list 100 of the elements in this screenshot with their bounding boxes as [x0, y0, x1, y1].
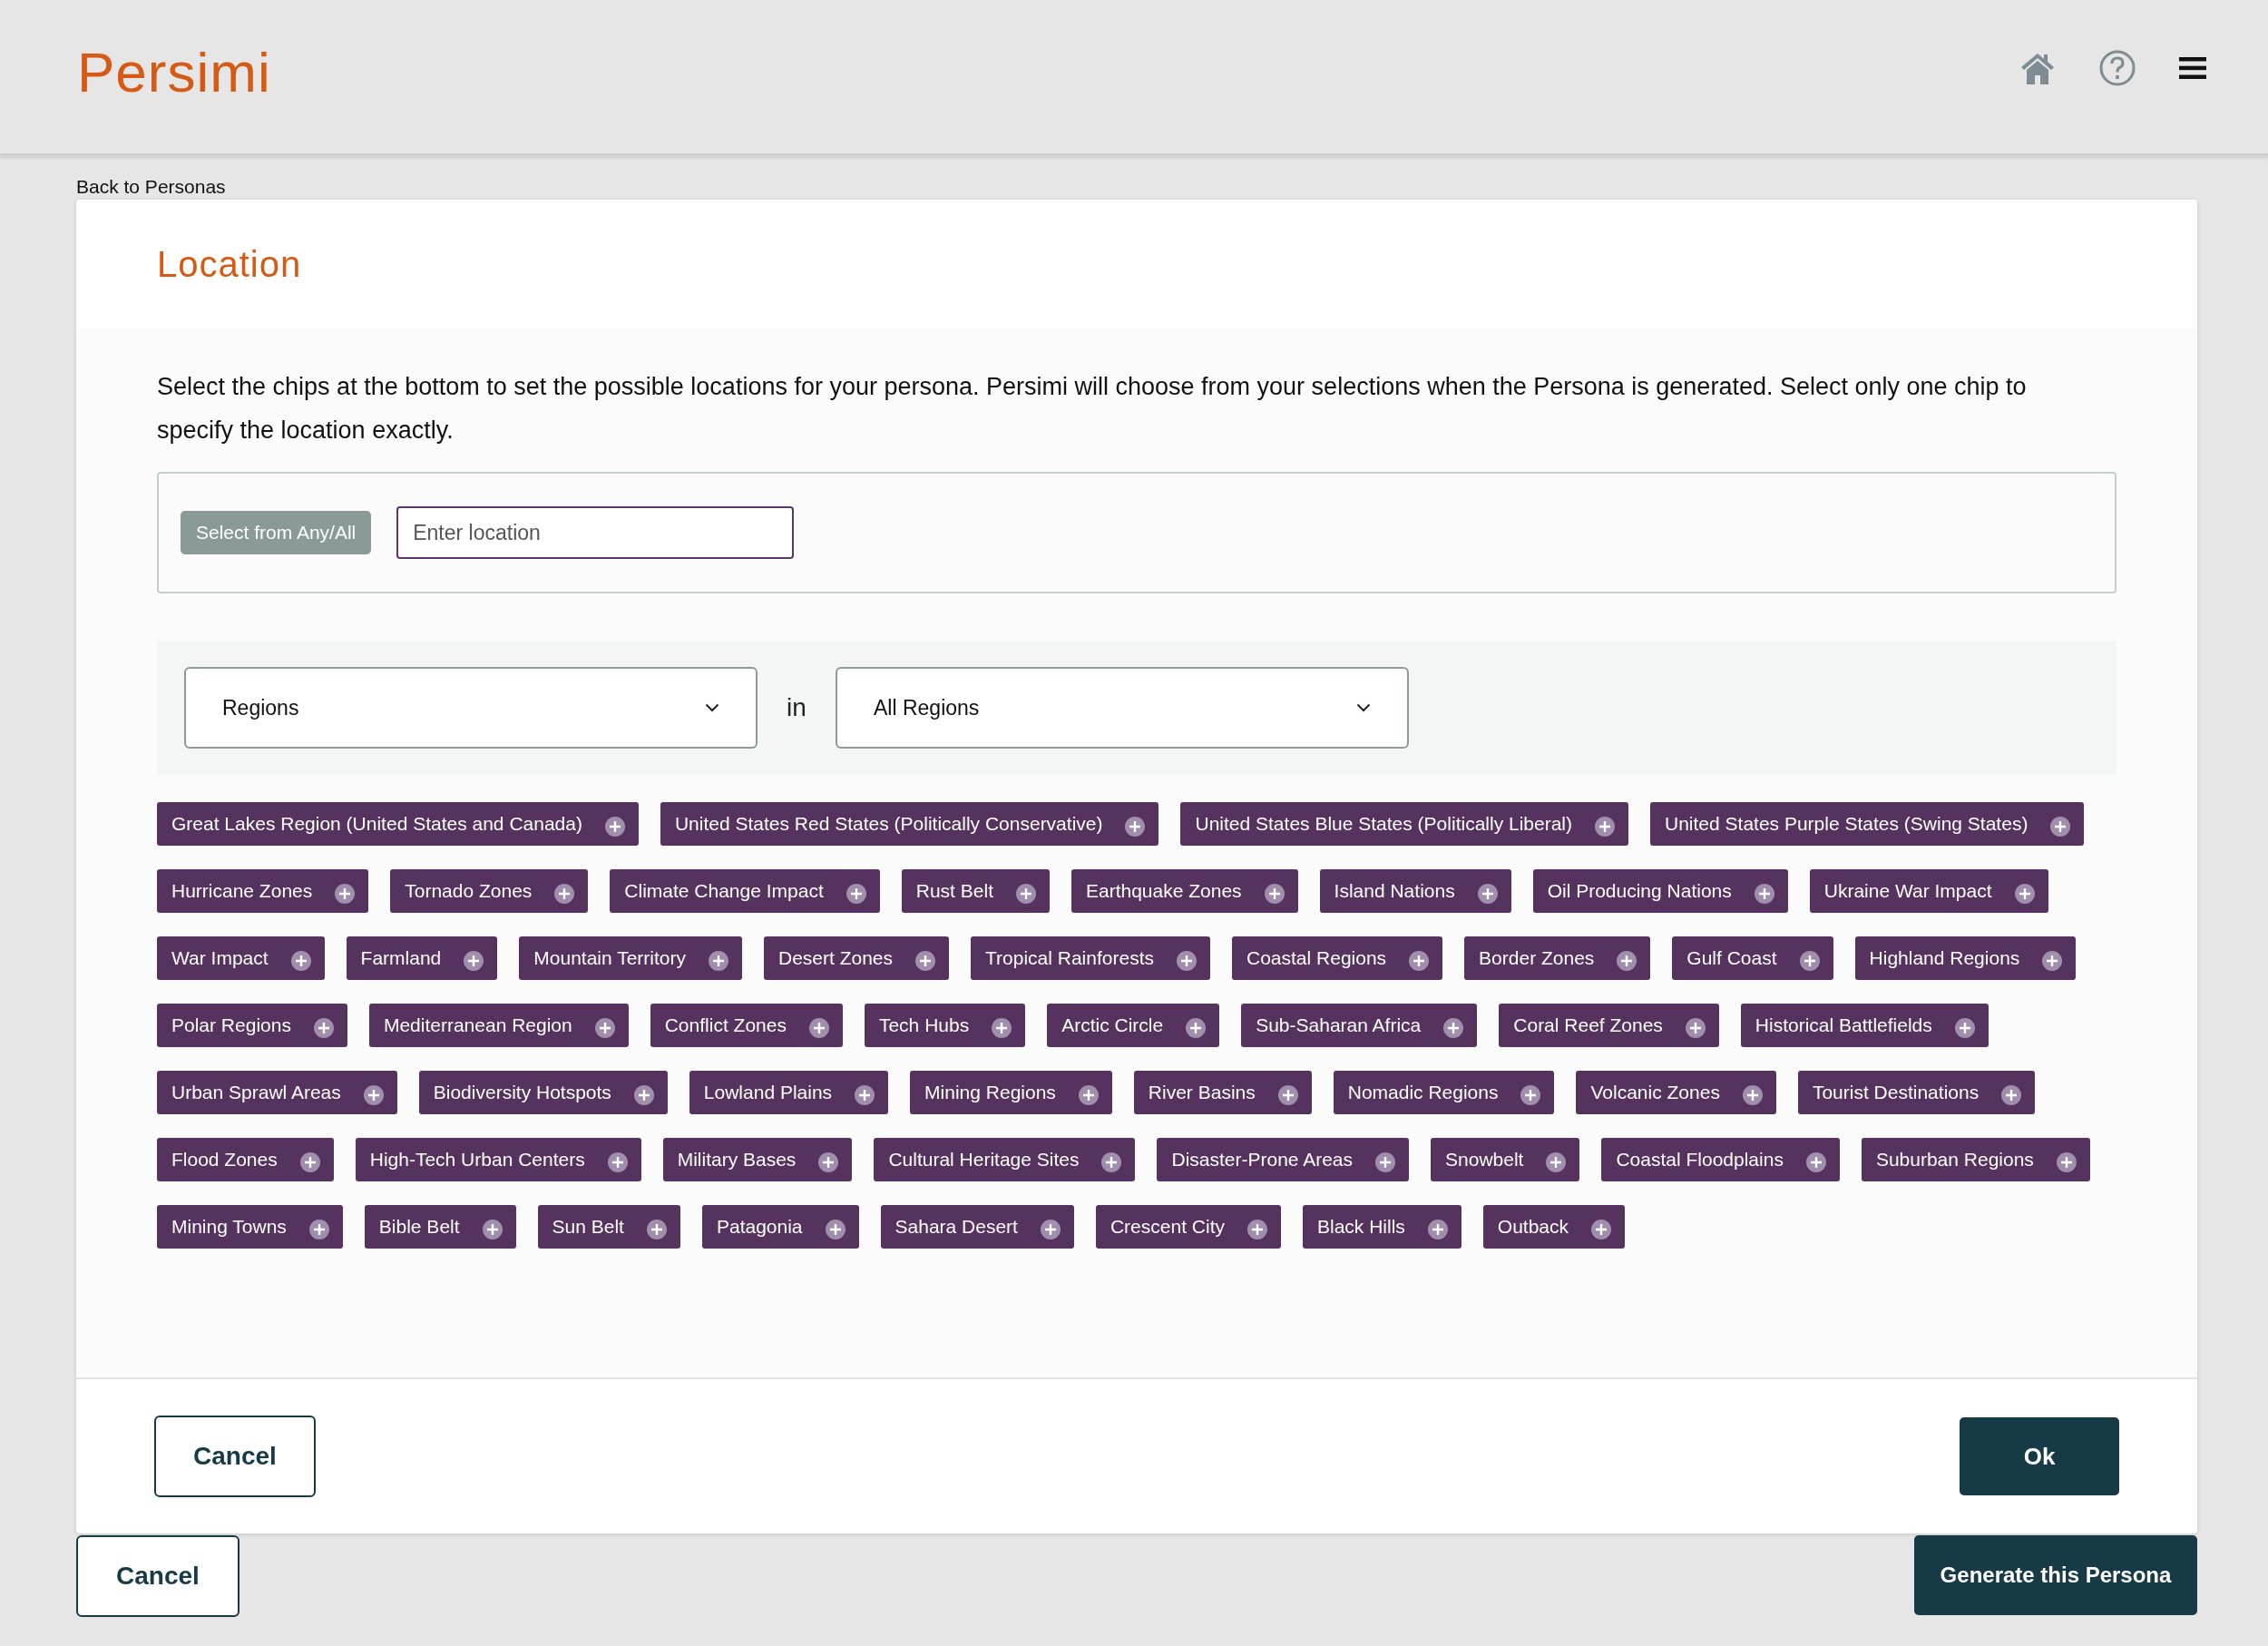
back-link[interactable]: Back to Personas: [76, 176, 2197, 200]
location-chip[interactable]: Cultural Heritage Sites: [874, 1138, 1136, 1181]
plus-icon: [1753, 883, 1775, 905]
plus-icon: [1804, 1151, 1827, 1173]
location-chip[interactable]: Mediterranean Region: [368, 1004, 629, 1047]
location-chip[interactable]: United States Purple States (Swing States): [1650, 802, 2085, 846]
location-chip[interactable]: Military Bases: [662, 1138, 853, 1181]
location-chip[interactable]: Rust Belt: [901, 869, 1050, 913]
plus-icon: [481, 1219, 503, 1240]
location-chip[interactable]: Great Lakes Region (United States and Canada): [157, 802, 639, 846]
location-chip[interactable]: Hurricane Zones: [157, 869, 369, 913]
plus-icon: [334, 883, 357, 905]
location-chip[interactable]: Polar Regions: [157, 1004, 347, 1047]
location-chip[interactable]: Snowbelt: [1431, 1138, 1580, 1181]
help-icon[interactable]: [2098, 48, 2136, 87]
location-chip[interactable]: Suburban Regions: [1861, 1138, 2090, 1181]
location-chip[interactable]: Farmland: [346, 936, 498, 980]
plus-icon: [2013, 883, 2036, 905]
location-chip[interactable]: Ukraine War Impact: [1809, 869, 2048, 913]
location-chip[interactable]: Coastal Regions: [1232, 936, 1443, 980]
plus-icon: [1100, 1151, 1123, 1173]
menu-icon[interactable]: [2179, 55, 2206, 80]
plus-icon: [1185, 1017, 1207, 1039]
connector-label: in: [786, 693, 807, 722]
location-chip[interactable]: Tourist Destinations: [1797, 1071, 2036, 1114]
location-chip[interactable]: Gulf Coast: [1672, 936, 1833, 980]
plus-icon: [1798, 950, 1821, 972]
plus-icon: [1408, 950, 1431, 972]
location-chip[interactable]: Mining Towns: [157, 1205, 343, 1249]
plus-icon: [1374, 1151, 1397, 1173]
location-chip[interactable]: Black Hills: [1303, 1205, 1461, 1249]
plus-icon: [289, 950, 312, 972]
ok-button[interactable]: Ok: [1960, 1417, 2119, 1495]
description: Select the chips at the bottom to set the possible locations for your persona. Persimi will choose from your selections when the Persona is generated. Select only one chip to specify the location exactly.: [157, 372, 2028, 446]
plus-icon: [308, 1219, 330, 1240]
plus-icon: [817, 1151, 840, 1173]
location-chip[interactable]: Flood Zones: [157, 1138, 334, 1181]
cancel-button[interactable]: Cancel: [154, 1416, 316, 1497]
chevron-icon: [1356, 703, 1371, 712]
location-chip[interactable]: High-Tech Urban Centers: [355, 1138, 641, 1181]
location-chip[interactable]: Coral Reef Zones: [1499, 1004, 1719, 1047]
plus-icon: [1590, 1219, 1613, 1240]
plus-icon: [362, 1084, 385, 1106]
plus-icon: [845, 883, 867, 905]
plus-icon: [807, 1017, 830, 1039]
plus-icon: [1426, 1219, 1449, 1240]
cancel-button[interactable]: Cancel: [76, 1535, 240, 1617]
location-chip[interactable]: Border Zones: [1464, 936, 1651, 980]
location-chip[interactable]: Earthquake Zones: [1070, 869, 1298, 913]
location-chip[interactable]: War Impact: [157, 936, 325, 980]
location-chip[interactable]: Sahara Desert: [880, 1205, 1074, 1249]
location-chip[interactable]: Lowland Plains: [689, 1071, 889, 1114]
location-chip[interactable]: Island Nations: [1319, 869, 1511, 913]
plus-icon: [603, 816, 626, 838]
location-chip[interactable]: Coastal Floodplains: [1601, 1138, 1840, 1181]
plus-icon: [1014, 883, 1037, 905]
location-chip[interactable]: Volcanic Zones: [1576, 1071, 1776, 1114]
location-chip[interactable]: Mining Regions: [910, 1071, 1112, 1114]
location-chip[interactable]: Nomadic Regions: [1333, 1071, 1555, 1114]
location-chip[interactable]: Bible Belt: [364, 1205, 516, 1249]
generate-button[interactable]: Generate this Persona: [1914, 1535, 2197, 1615]
plus-icon: [312, 1017, 335, 1039]
plus-icon: [1077, 1084, 1100, 1106]
dialog-title: Location: [157, 243, 302, 285]
location-chip[interactable]: Desert Zones: [763, 936, 950, 980]
location-chip[interactable]: Tornado Zones: [390, 869, 589, 913]
category-dropdown[interactable]: Regions: [184, 667, 758, 749]
location-chip[interactable]: Oil Producing Nations: [1532, 869, 1788, 913]
location-chip[interactable]: United States Blue States (Politically Liberal): [1180, 802, 1628, 846]
location-chip[interactable]: Mountain Territory: [519, 936, 742, 980]
plus-icon: [991, 1017, 1013, 1039]
plus-icon: [1953, 1017, 1976, 1039]
location-chip[interactable]: Outback: [1482, 1205, 1626, 1249]
plus-icon: [854, 1084, 876, 1106]
location-chip[interactable]: Historical Battlefields: [1740, 1004, 1989, 1047]
scope-dropdown[interactable]: All Regions: [836, 667, 1409, 749]
location-chip[interactable]: Climate Change Impact: [610, 869, 880, 913]
location-chip[interactable]: Crescent City: [1095, 1205, 1281, 1249]
plus-icon: [593, 1017, 616, 1039]
location-chip[interactable]: Patagonia: [701, 1205, 859, 1249]
location-field[interactable]: Enter location: [396, 506, 795, 559]
location-chip[interactable]: River Basins: [1133, 1071, 1312, 1114]
location-chip[interactable]: Sun Belt: [537, 1205, 680, 1249]
plus-icon: [632, 1084, 655, 1106]
location-chip[interactable]: Highland Regions: [1854, 936, 2077, 980]
plus-icon: [824, 1219, 846, 1240]
location-chip[interactable]: Urban Sprawl Areas: [157, 1071, 397, 1114]
location-chip[interactable]: Biodiversity Hotspots: [418, 1071, 668, 1114]
location-chip[interactable]: Sub-Saharan Africa: [1241, 1004, 1478, 1047]
location-chip[interactable]: United States Red States (Politically Conservative): [660, 802, 1159, 846]
plus-icon: [914, 950, 937, 972]
plus-icon: [1442, 1017, 1465, 1039]
location-chip[interactable]: Tropical Rainforests: [971, 936, 1210, 980]
location-chip[interactable]: Conflict Zones: [650, 1004, 843, 1047]
location-chip[interactable]: Disaster-Prone Areas: [1157, 1138, 1410, 1181]
plus-icon: [1276, 1084, 1299, 1106]
plus-icon: [1246, 1219, 1268, 1240]
location-chip[interactable]: Arctic Circle: [1047, 1004, 1220, 1047]
plus-icon: [2000, 1084, 2023, 1106]
location-chip[interactable]: Tech Hubs: [864, 1004, 1026, 1047]
